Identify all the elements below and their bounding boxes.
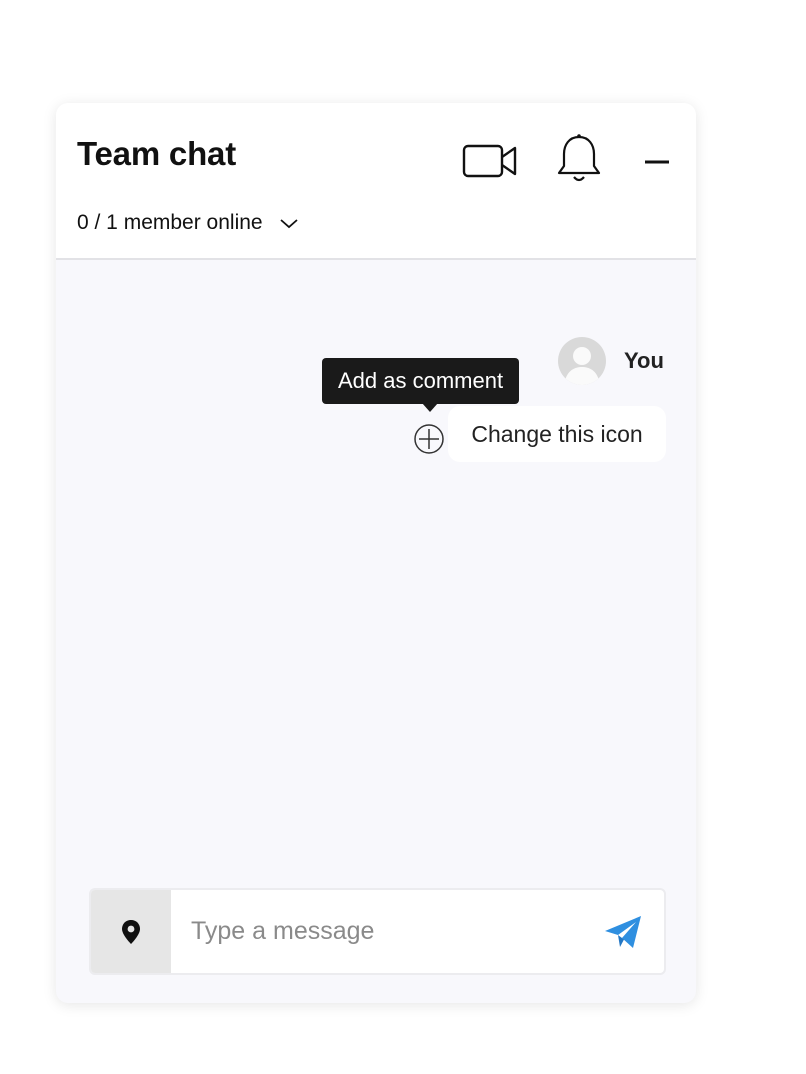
message-input[interactable] — [171, 890, 591, 973]
map-pin-icon — [122, 920, 140, 944]
paper-plane-icon[interactable] — [603, 914, 643, 950]
plus-circle-icon[interactable] — [413, 423, 445, 455]
minus-icon[interactable] — [644, 153, 670, 169]
video-camera-icon[interactable] — [462, 139, 518, 181]
avatar — [558, 337, 606, 385]
tooltip-arrow — [422, 403, 438, 412]
chevron-down-icon — [280, 219, 298, 229]
message-composer — [89, 888, 666, 975]
message-author: You — [624, 348, 664, 373]
bell-icon[interactable] — [556, 133, 602, 185]
members-online-label: 0 / 1 member online — [77, 211, 263, 234]
chat-title: Team chat — [77, 135, 236, 172]
location-button[interactable] — [91, 890, 171, 973]
tooltip: Add as comment — [322, 358, 520, 404]
chat-header: Team chat 0 / 1 member online — [56, 103, 696, 260]
user-silhouette-icon — [564, 347, 600, 385]
members-online-toggle[interactable]: 0 / 1 member online — [77, 211, 299, 235]
chat-window: Team chat 0 / 1 member online You Add as… — [56, 103, 696, 1003]
message-bubble: Change this icon — [448, 406, 666, 462]
